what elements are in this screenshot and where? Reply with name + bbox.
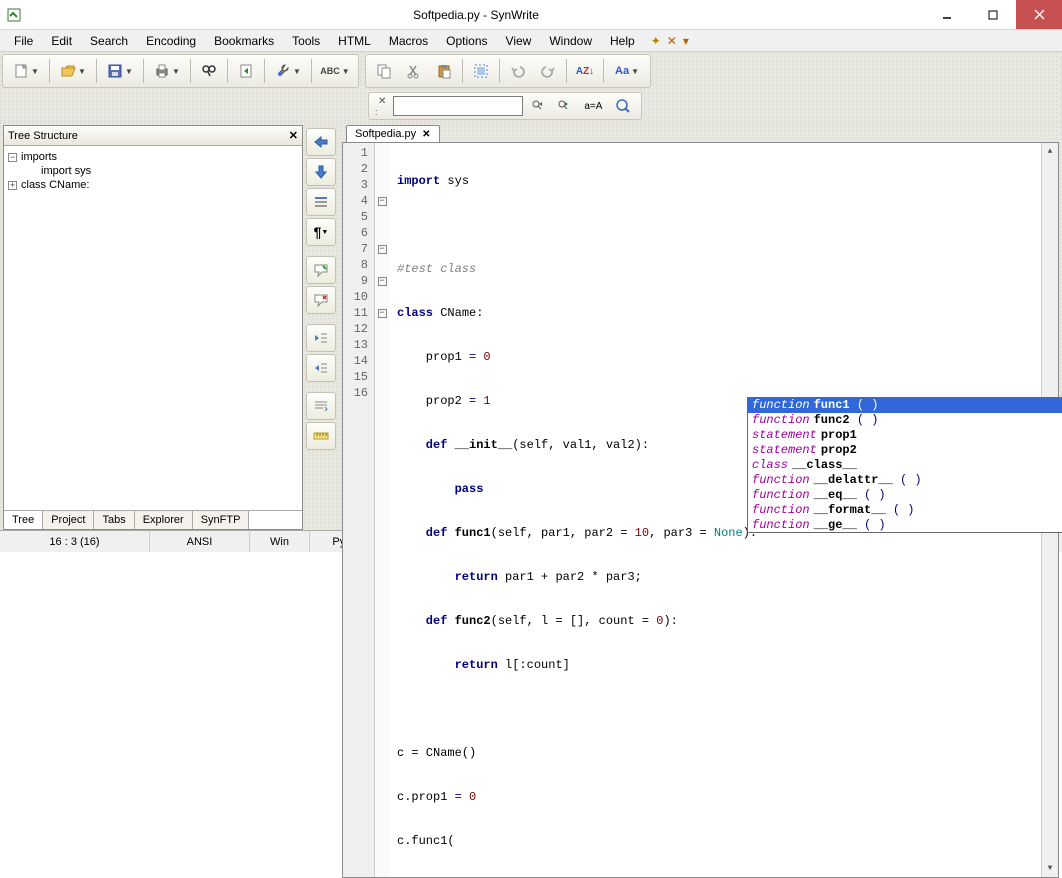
print-button[interactable]: ▼ xyxy=(148,57,186,85)
cut-button[interactable] xyxy=(400,57,428,85)
search-dialog-button[interactable] xyxy=(611,95,635,117)
autocomplete-list[interactable]: functionfunc1 ( )functionfunc2 ( )statem… xyxy=(748,398,1062,532)
vertical-toolbar: ¶▼ xyxy=(303,122,339,530)
vtool-indent[interactable] xyxy=(306,324,336,352)
toolbars: ▼ ▼ ▼ ▼ ▼ ABC▼ AZ↓ xyxy=(0,52,1062,122)
menu-options[interactable]: Options xyxy=(438,32,495,50)
search-case-button[interactable]: a=A xyxy=(579,95,607,117)
tree-view[interactable]: −imports import sys +class CName: xyxy=(4,146,302,510)
vtool-bookmark[interactable] xyxy=(306,188,336,216)
menu-close-icon[interactable]: ✕ xyxy=(667,34,677,48)
status-position: 16 : 3 (16) xyxy=(0,531,150,552)
menu-tools[interactable]: Tools xyxy=(284,32,328,50)
menu-file[interactable]: File xyxy=(6,32,41,50)
vtool-back[interactable] xyxy=(306,128,336,156)
toolbar-search: ✕: a=A xyxy=(368,92,642,120)
app-icon xyxy=(0,7,28,23)
file-tabs: Softpedia.py ✕ xyxy=(342,125,1059,142)
status-lineending[interactable]: Win xyxy=(250,531,310,552)
minimize-button[interactable] xyxy=(924,0,970,29)
editor-area: Softpedia.py ✕ 1234 5678 9101112 1314151… xyxy=(342,125,1059,530)
vtool-pilcrow[interactable]: ¶▼ xyxy=(306,218,336,246)
close-button[interactable] xyxy=(1016,0,1062,29)
autocomplete-popup[interactable]: functionfunc1 ( )functionfunc2 ( )statem… xyxy=(747,397,1062,533)
menu-search[interactable]: Search xyxy=(82,32,136,50)
menubar: File Edit Search Encoding Bookmarks Tool… xyxy=(0,30,1062,52)
toolbar-edit: AZ↓ Aa▼ xyxy=(365,54,651,88)
vtool-wrap[interactable] xyxy=(306,392,336,420)
spellcheck-button[interactable]: ABC▼ xyxy=(316,57,354,85)
autocomplete-item[interactable]: function__delattr__ ( ) xyxy=(748,473,1062,488)
case-button[interactable]: Aa▼ xyxy=(608,57,646,85)
autocomplete-item[interactable]: function__eq__ ( ) xyxy=(748,488,1062,503)
new-file-button[interactable]: ▼ xyxy=(7,57,45,85)
file-tab[interactable]: Softpedia.py ✕ xyxy=(346,125,440,142)
menu-down-icon[interactable]: ▾ xyxy=(683,34,689,48)
window-title: Softpedia.py - SynWrite xyxy=(28,8,924,22)
open-file-button[interactable]: ▼ xyxy=(54,57,92,85)
vtool-down[interactable] xyxy=(306,158,336,186)
autocomplete-item[interactable]: statementprop2 xyxy=(748,443,1062,458)
tree-node-root[interactable]: −imports xyxy=(8,150,298,164)
goto-button[interactable] xyxy=(232,57,260,85)
file-tab-close[interactable]: ✕ xyxy=(422,129,430,140)
content-area: Tree Structure ✕ −imports import sys +cl… xyxy=(0,122,1062,530)
panel-header: Tree Structure ✕ xyxy=(4,126,302,146)
panel-tab-tabs[interactable]: Tabs xyxy=(94,511,134,529)
tools-button[interactable]: ▼ xyxy=(269,57,307,85)
autocomplete-item[interactable]: statementprop1 xyxy=(748,428,1062,443)
save-button[interactable]: ▼ xyxy=(101,57,139,85)
sort-button[interactable]: AZ↓ xyxy=(571,57,599,85)
panel-tab-explorer[interactable]: Explorer xyxy=(135,511,193,529)
menu-bookmarks[interactable]: Bookmarks xyxy=(206,32,282,50)
menu-window[interactable]: Window xyxy=(541,32,600,50)
tree-label: class CName: xyxy=(21,179,89,191)
tree-panel: Tree Structure ✕ −imports import sys +cl… xyxy=(3,125,303,530)
fold-gutter[interactable]: − − −− xyxy=(375,143,389,877)
maximize-button[interactable] xyxy=(970,0,1016,29)
search-prev-button[interactable] xyxy=(527,95,549,117)
panel-tabs: Tree Project Tabs Explorer SynFTP xyxy=(4,510,302,529)
menu-encoding[interactable]: Encoding xyxy=(138,32,204,50)
vtool-ruler[interactable] xyxy=(306,422,336,450)
tree-label: import sys xyxy=(41,165,91,177)
search-input[interactable] xyxy=(393,96,523,116)
tree-node-class[interactable]: +class CName: xyxy=(8,178,298,192)
menu-edit[interactable]: Edit xyxy=(43,32,80,50)
titlebar: Softpedia.py - SynWrite xyxy=(0,0,1062,30)
toolbar-main: ▼ ▼ ▼ ▼ ▼ ABC▼ xyxy=(2,54,359,88)
search-next-button[interactable] xyxy=(553,95,575,117)
redo-button[interactable] xyxy=(534,57,562,85)
undo-button[interactable] xyxy=(504,57,532,85)
menu-macros[interactable]: Macros xyxy=(381,32,436,50)
panel-tab-tree[interactable]: Tree xyxy=(4,511,43,529)
status-encoding[interactable]: ANSI xyxy=(150,531,250,552)
autocomplete-item[interactable]: function__ge__ ( ) xyxy=(748,518,1062,532)
menu-help[interactable]: Help xyxy=(602,32,643,50)
menu-view[interactable]: View xyxy=(498,32,540,50)
paste-button[interactable] xyxy=(430,57,458,85)
panel-title: Tree Structure xyxy=(8,130,78,142)
pin-icon[interactable]: ✦ xyxy=(651,34,661,48)
autocomplete-item[interactable]: functionfunc1 ( ) xyxy=(748,398,1062,413)
vtool-outdent[interactable] xyxy=(306,354,336,382)
vtool-uncomment[interactable] xyxy=(306,286,336,314)
select-all-button[interactable] xyxy=(467,57,495,85)
line-gutter: 1234 5678 9101112 13141516 xyxy=(343,143,375,877)
find-button[interactable] xyxy=(195,57,223,85)
vtool-comment[interactable] xyxy=(306,256,336,284)
file-tab-label: Softpedia.py xyxy=(355,128,416,140)
autocomplete-item[interactable]: functionfunc2 ( ) xyxy=(748,413,1062,428)
copy-button[interactable] xyxy=(370,57,398,85)
menu-html[interactable]: HTML xyxy=(330,32,379,50)
menu-extras: ✦ ✕ ▾ xyxy=(651,34,689,48)
panel-tab-synftp[interactable]: SynFTP xyxy=(193,511,250,529)
tree-node-import[interactable]: import sys xyxy=(8,164,298,178)
panel-close-button[interactable]: ✕ xyxy=(289,129,298,142)
search-toolbar-close[interactable]: ✕: xyxy=(375,96,389,117)
autocomplete-item[interactable]: class__class__ xyxy=(748,458,1062,473)
tree-label: imports xyxy=(21,151,57,163)
autocomplete-item[interactable]: function__format__ ( ) xyxy=(748,503,1062,518)
panel-tab-project[interactable]: Project xyxy=(43,511,94,529)
